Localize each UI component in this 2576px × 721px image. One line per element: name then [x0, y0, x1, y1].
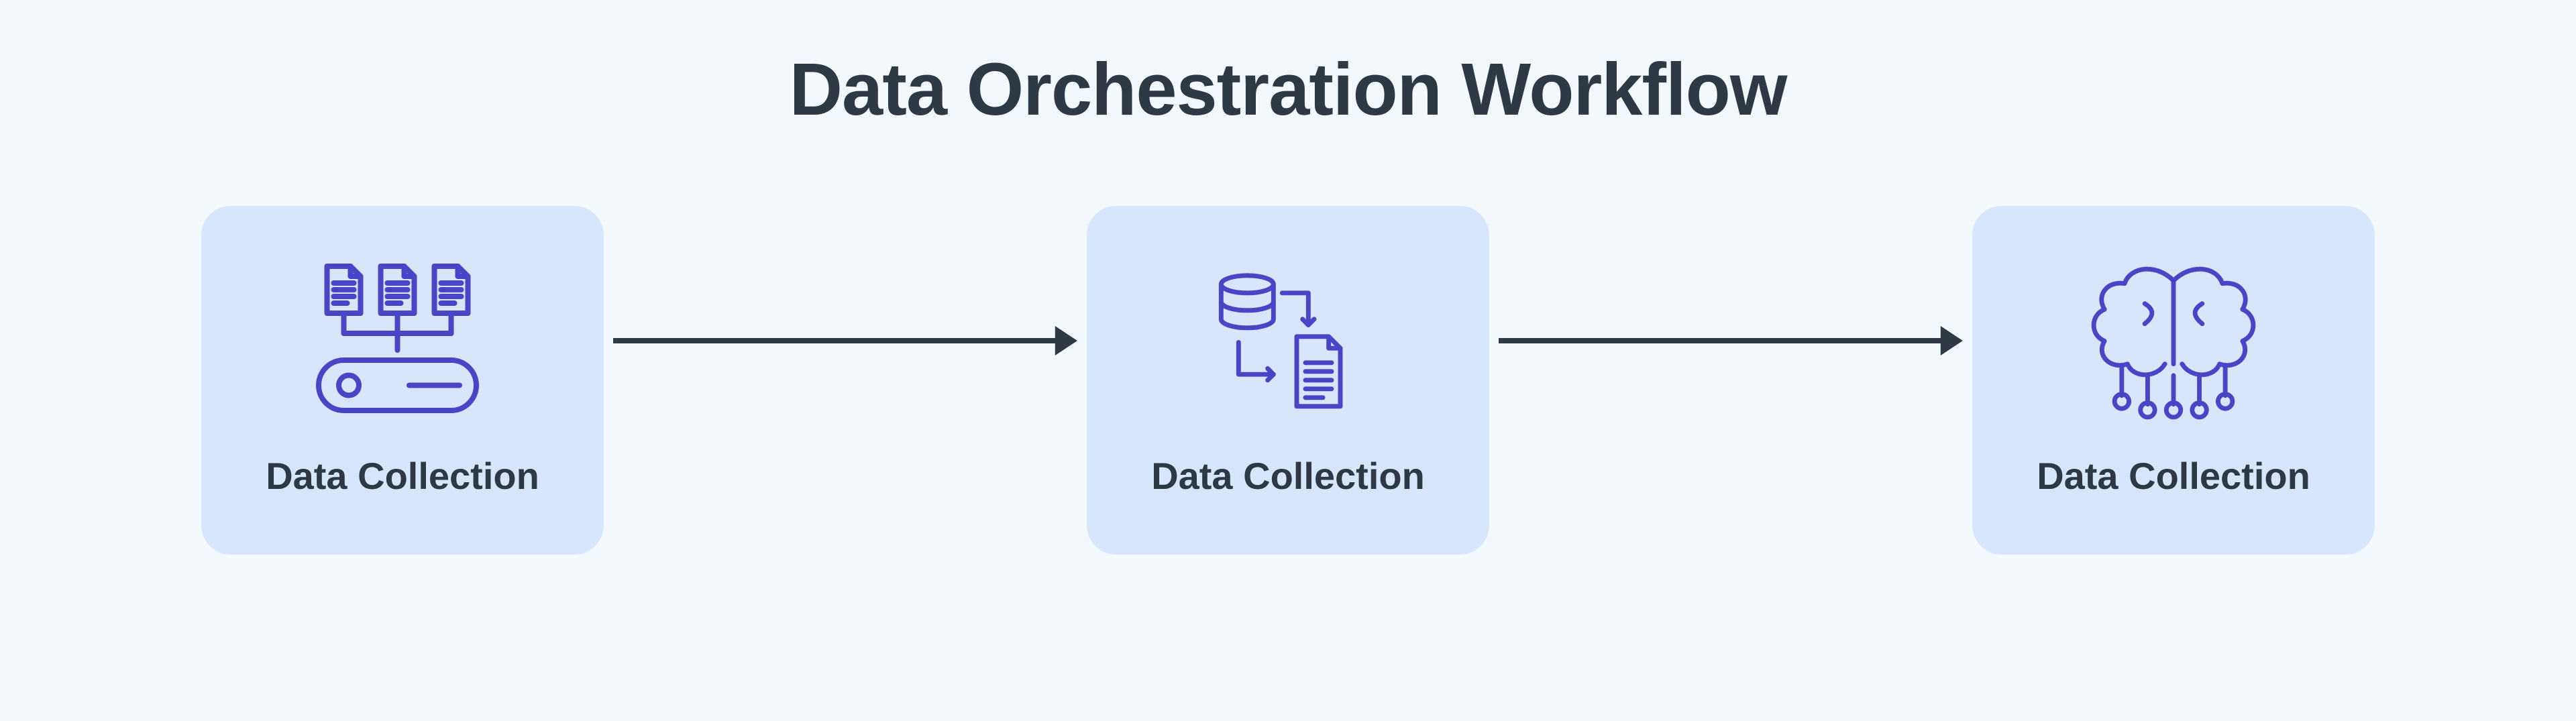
workflow-row: Data Collection	[0, 206, 2576, 555]
workflow-node: Data Collection	[201, 206, 604, 555]
workflow-node: Data Collection	[1972, 206, 2375, 555]
workflow-node-label: Data Collection	[2037, 454, 2310, 498]
server-files-icon	[302, 246, 503, 447]
workflow-node-label: Data Collection	[1151, 454, 1425, 498]
arrow-icon	[613, 341, 1077, 346]
workflow-node-label: Data Collection	[266, 454, 539, 498]
neural-brain-icon	[2073, 246, 2274, 447]
db-to-file-icon	[1201, 246, 1375, 447]
workflow-node: Data Collection	[1087, 206, 1489, 555]
arrow-icon	[1499, 341, 1963, 346]
diagram-title: Data Orchestration Workflow	[0, 47, 2576, 132]
diagram-canvas: Data Orchestration Workflow	[0, 0, 2576, 721]
